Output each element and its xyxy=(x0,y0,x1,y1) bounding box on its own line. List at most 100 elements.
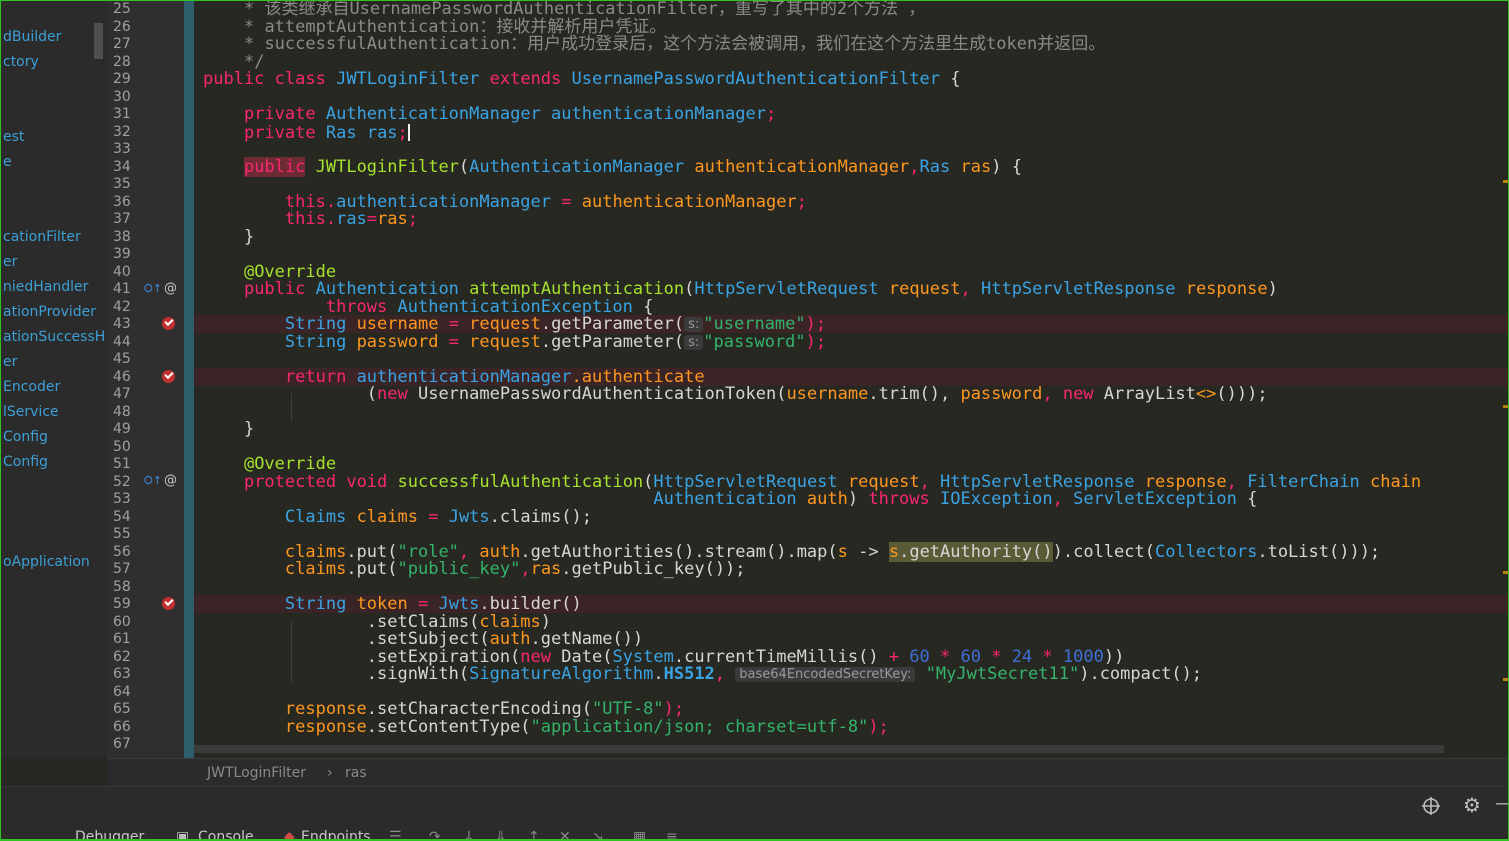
line-number: 63 xyxy=(113,666,131,682)
step-into-icon[interactable]: ↓ xyxy=(463,829,475,839)
tab-console[interactable]: Console xyxy=(198,829,254,839)
console-icon: ▣ xyxy=(176,829,190,841)
annotation-icon: @ xyxy=(164,281,177,296)
tree-item[interactable]: lService xyxy=(3,403,59,421)
line-number: 49 xyxy=(113,421,131,437)
tree-item[interactable]: Encoder xyxy=(3,378,60,396)
code-line: } xyxy=(243,419,255,439)
line-number: 29 xyxy=(113,71,131,87)
line-number: 66 xyxy=(113,718,131,735)
drop-frame-icon[interactable]: ✕ xyxy=(559,829,571,839)
horizontal-scrollbar[interactable] xyxy=(194,745,1444,753)
line-number: 65 xyxy=(113,701,131,717)
ide-window: dBuilder ctory est e cationFilter er nie… xyxy=(0,0,1509,841)
line-number: 54 xyxy=(113,508,131,525)
code-line: claims.put("public_key",ras.getPublic_ke… xyxy=(284,559,746,579)
tree-item[interactable]: ationProvider xyxy=(3,303,96,321)
line-number: 44 xyxy=(113,333,131,350)
debug-tool-window: ⚙ — Debugger ▣ Console ◆ Endpoints ☰ ↷ ↓… xyxy=(1,786,1508,841)
code-line: } xyxy=(243,226,255,247)
line-number: 64 xyxy=(113,683,131,700)
code-line: public JWTLoginFilter(AuthenticationMana… xyxy=(243,156,1022,177)
line-number: 58 xyxy=(113,578,131,595)
gear-icon[interactable]: ⚙ xyxy=(1463,793,1481,817)
evaluate-icon[interactable]: ▦ xyxy=(633,829,646,839)
line-number: 33 xyxy=(113,141,131,157)
tree-item[interactable]: e xyxy=(3,153,12,171)
annotation-icon: @ xyxy=(164,473,177,488)
tree-item[interactable]: Config xyxy=(3,453,48,471)
line-number: 53 xyxy=(113,491,131,507)
line-number: 45 xyxy=(113,351,131,367)
line-number: 25 xyxy=(113,1,131,17)
override-icon[interactable]: ⭘↑ xyxy=(144,282,162,296)
error-stripe-mark[interactable] xyxy=(1503,405,1508,408)
tree-item[interactable]: dBuilder xyxy=(3,28,61,46)
line-number: 57 xyxy=(113,561,131,577)
code-line: private AuthenticationManager authentica… xyxy=(243,104,777,124)
line-number: 52 xyxy=(113,473,131,490)
breadcrumb-field[interactable]: ras xyxy=(345,765,367,781)
line-number: 37 xyxy=(113,211,131,227)
editor-gutter[interactable]: 25 26 27 28 29 30 31 32 33 34 35 36 37 38 39 40 41 42 43 44… xyxy=(107,1,199,758)
tree-item[interactable]: oApplication xyxy=(3,553,90,571)
list-icon[interactable]: ☰ xyxy=(389,829,402,839)
line-number: 43 xyxy=(113,316,131,332)
breakpoint-icon[interactable] xyxy=(162,317,175,330)
line-number: 41 xyxy=(113,281,131,297)
error-stripe-mark[interactable] xyxy=(1503,180,1508,183)
line-number: 36 xyxy=(113,193,131,210)
line-number: 40 xyxy=(113,263,131,280)
endpoints-icon: ◆ xyxy=(284,829,295,841)
line-number: 46 xyxy=(113,368,131,385)
tree-item[interactable]: est xyxy=(3,128,24,146)
line-number: 62 xyxy=(113,648,131,665)
line-number: 30 xyxy=(113,88,131,105)
run-to-cursor-icon[interactable]: ↘ xyxy=(592,829,604,839)
code-line: private Ras ras; xyxy=(243,122,410,143)
tree-item[interactable]: niedHandler xyxy=(3,278,88,296)
vcs-change-marker xyxy=(184,1,194,758)
force-step-into-icon[interactable]: ⇓ xyxy=(495,829,507,839)
breakpoint-icon[interactable] xyxy=(162,370,175,383)
tab-endpoints[interactable]: Endpoints xyxy=(301,829,371,839)
error-stripe-mark[interactable] xyxy=(1503,678,1508,681)
line-number: 35 xyxy=(113,176,131,192)
line-number: 48 xyxy=(113,403,131,420)
line-number: 59 xyxy=(113,596,131,612)
line-number: 56 xyxy=(113,543,131,560)
code-line: Claims claims = Jwts.claims(); xyxy=(284,506,593,527)
line-number: 31 xyxy=(113,106,131,122)
code-line: response.setContentType("application/jso… xyxy=(284,716,889,737)
override-icon[interactable]: ⭘↑ xyxy=(144,474,162,488)
code-line: String password = request.getParameter(s… xyxy=(284,331,827,352)
project-tree[interactable]: dBuilder ctory est e cationFilter er nie… xyxy=(1,1,107,758)
line-number: 38 xyxy=(113,228,131,245)
error-stripe-mark[interactable] xyxy=(1503,571,1508,574)
code-line: this.ras=ras; xyxy=(284,209,419,229)
tree-item[interactable]: cationFilter xyxy=(3,228,81,246)
minimize-icon[interactable]: — xyxy=(1495,793,1508,814)
tree-item[interactable]: ationSuccessH xyxy=(3,328,105,346)
trace-icon[interactable]: ≡ xyxy=(666,829,678,839)
step-over-icon[interactable]: ↷ xyxy=(429,829,441,839)
step-out-icon[interactable]: ↑ xyxy=(528,829,540,839)
line-number: 47 xyxy=(113,386,131,402)
sidebar-scrollbar[interactable] xyxy=(94,23,103,59)
line-number: 51 xyxy=(113,456,131,472)
code-editor[interactable]: * 该类继承自UsernamePasswordAuthenticationFil… xyxy=(194,1,1508,758)
parameter-hint: base64EncodedSecretKey: xyxy=(735,667,916,682)
line-number: 55 xyxy=(113,526,131,542)
breadcrumb-class[interactable]: JWTLoginFilter xyxy=(207,765,306,781)
line-number: 34 xyxy=(113,158,131,175)
target-icon[interactable] xyxy=(1421,796,1441,816)
tree-item[interactable]: Config xyxy=(3,428,48,446)
tree-item[interactable]: er xyxy=(3,353,17,371)
tab-debugger[interactable]: Debugger xyxy=(75,829,144,839)
code-line: .signWith(SignatureAlgorithm.HS512, base… xyxy=(366,664,1203,684)
tree-item[interactable]: er xyxy=(3,253,17,271)
code-line: * successfulAuthentication：用户成功登录后，这个方法会… xyxy=(243,34,1106,54)
tree-item[interactable]: ctory xyxy=(3,53,39,71)
code-line: public class JWTLoginFilter extends User… xyxy=(203,69,961,89)
breakpoint-icon[interactable] xyxy=(162,597,175,610)
